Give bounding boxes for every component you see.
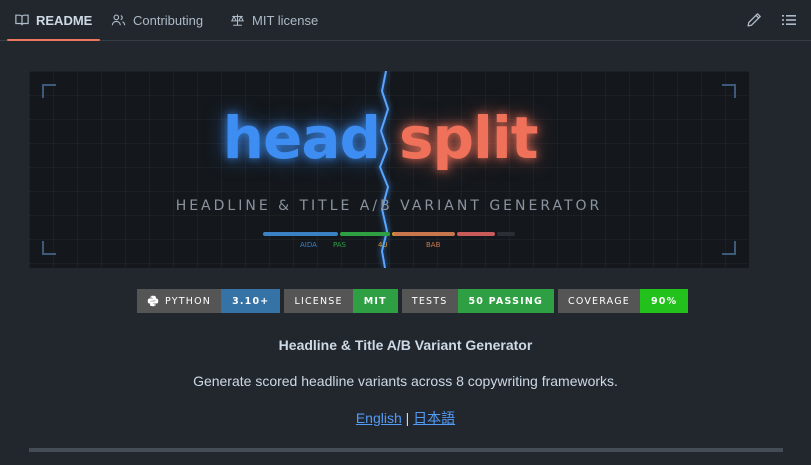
python-icon [147, 295, 159, 307]
readme-description: Generate scored headline variants across… [193, 373, 618, 389]
banner-tagline: HEADLINE & TITLE A/B VARIANT GENERATOR [175, 198, 603, 214]
pencil-icon[interactable] [746, 12, 762, 28]
tab-contributing[interactable]: Contributing [111, 0, 203, 40]
framework-label-pas: PAS [333, 241, 347, 249]
badge-value: MIT [352, 289, 398, 313]
badge-key: LICENSE [284, 289, 353, 313]
tab-license[interactable]: MIT license [230, 0, 318, 40]
badge-row: PYTHON 3.10+ LICENSE MIT TESTS 50 PASSIN… [137, 289, 689, 313]
section-divider [29, 448, 783, 452]
badge-key-text: PYTHON [165, 295, 212, 307]
banner-corner [42, 84, 56, 98]
badge-value: 50 PASSING [457, 289, 555, 313]
readme-tab-bar: README Contributing MIT license [0, 0, 811, 41]
framework-bar-bab [394, 232, 455, 236]
logo-split: split [399, 104, 539, 172]
tab-readme[interactable]: README [6, 0, 101, 41]
readme-title: Headline & Title A/B Variant Generator [278, 337, 533, 353]
lang-japanese-link[interactable]: 日本語 [413, 410, 455, 426]
badge-key: PYTHON [137, 289, 222, 313]
framework-label-aida: AIDA [300, 241, 317, 249]
framework-label-4u: 4U [378, 241, 388, 249]
tab-license-label: MIT license [252, 12, 319, 28]
badge-key: COVERAGE [558, 289, 640, 313]
law-icon [230, 14, 245, 26]
framework-bar-pas [340, 232, 390, 236]
headsplit-banner: head split HEADLINE & TITLE A/B VARIANT … [29, 71, 749, 268]
framework-label-bab: BAB [426, 241, 441, 249]
tests-badge[interactable]: TESTS 50 PASSING [401, 289, 555, 313]
license-badge[interactable]: LICENSE MIT [284, 289, 398, 313]
badge-value: 3.10+ [221, 289, 281, 313]
framework-bar-empty [497, 232, 515, 236]
split-bolt-icon [378, 71, 390, 268]
banner-corner [722, 241, 736, 255]
tab-readme-label: README [36, 12, 93, 28]
logo-head: head [222, 104, 381, 172]
framework-bar-aida [263, 232, 338, 236]
book-icon [15, 14, 29, 26]
badge-value: 90% [639, 289, 689, 313]
tab-contributing-label: Contributing [133, 12, 204, 28]
badge-key: TESTS [401, 289, 458, 313]
python-badge[interactable]: PYTHON 3.10+ [137, 289, 281, 313]
lang-english-link[interactable]: English [356, 410, 402, 426]
coverage-badge[interactable]: COVERAGE 90% [558, 289, 689, 313]
language-links: English | 日本語 [0, 408, 811, 428]
list-icon[interactable] [781, 12, 797, 28]
lang-separator: | [405, 410, 410, 426]
framework-bar-extra [457, 232, 495, 236]
people-icon [111, 14, 126, 26]
banner-corner [42, 241, 56, 255]
banner-corner [722, 84, 736, 98]
